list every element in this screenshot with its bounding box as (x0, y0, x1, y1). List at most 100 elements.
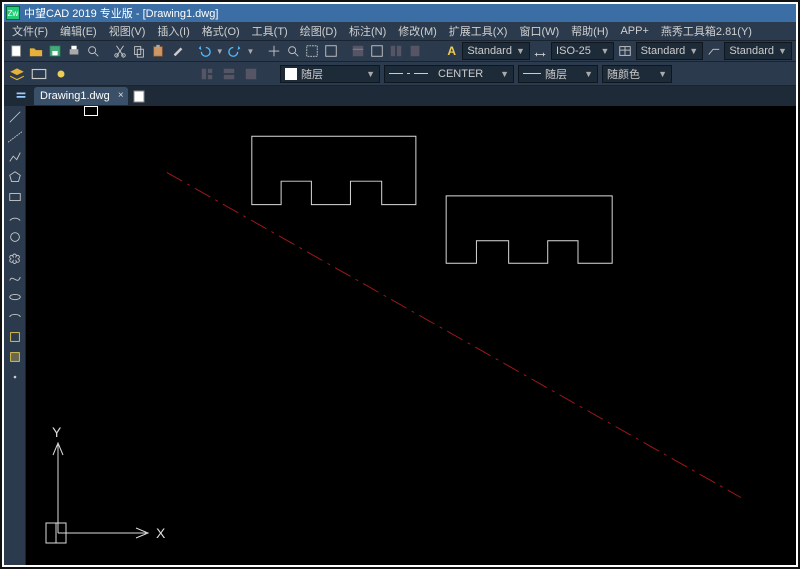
mview2-icon[interactable] (220, 65, 238, 83)
plotstyle-value: 随颜色 (607, 66, 640, 82)
menu-file[interactable]: 文件(F) (12, 23, 48, 39)
chevron-down-icon[interactable]: ▼ (215, 42, 225, 60)
tool-palette-icon[interactable] (388, 42, 405, 60)
preview-icon[interactable] (85, 42, 102, 60)
polygon-icon[interactable] (6, 168, 24, 186)
pan-icon[interactable] (265, 42, 282, 60)
lineweight-value: 随层 (545, 66, 567, 82)
circle-icon[interactable] (6, 228, 24, 246)
ucs-y-label: Y (52, 424, 62, 440)
zoom-icon[interactable] (284, 42, 301, 60)
paste-icon[interactable] (150, 42, 167, 60)
lineweight-combo[interactable]: 随层 ▼ (518, 65, 598, 83)
menu-appplus[interactable]: APP+ (620, 25, 648, 37)
menu-view[interactable]: 视图(V) (109, 23, 146, 39)
line-icon[interactable] (6, 108, 24, 126)
dim-style-combo[interactable]: ISO-25 ▼ (551, 42, 614, 60)
tab-list-icon[interactable] (12, 87, 30, 105)
chevron-down-icon: ▼ (658, 69, 667, 79)
zoom-window-icon[interactable] (303, 42, 320, 60)
save-icon[interactable] (46, 42, 63, 60)
copy-icon[interactable] (131, 42, 148, 60)
xline-icon[interactable] (6, 128, 24, 146)
menu-bar: 文件(F) 编辑(E) 视图(V) 插入(I) 格式(O) 工具(T) 绘图(D… (4, 22, 796, 40)
document-tab-strip: Drawing1.dwg × (4, 86, 796, 106)
mview3-icon[interactable] (242, 65, 260, 83)
new-icon[interactable] (8, 42, 25, 60)
text-style-value: Standard (467, 45, 512, 57)
menu-draw[interactable]: 绘图(D) (300, 23, 337, 39)
color-combo[interactable]: 随层 ▼ (280, 65, 380, 83)
menu-modify[interactable]: 修改(M) (398, 23, 437, 39)
menu-dim[interactable]: 标注(N) (349, 23, 386, 39)
dc-icon[interactable] (368, 42, 385, 60)
ellipse-icon[interactable] (6, 288, 24, 306)
ucs-icon: Y X (36, 415, 176, 555)
layer-prev-icon[interactable] (30, 65, 48, 83)
matchprop-icon[interactable] (169, 42, 186, 60)
window-title: 中望CAD 2019 专业版 - [Drawing1.dwg] (24, 5, 218, 21)
dimstyle-icon[interactable] (532, 42, 549, 60)
point-icon[interactable] (6, 368, 24, 386)
table-style-combo[interactable]: Standard▼ (636, 42, 704, 60)
app-icon: Zw (6, 6, 20, 20)
color-swatch (285, 68, 297, 80)
menu-edit[interactable]: 编辑(E) (60, 23, 97, 39)
chevron-down-icon: ▼ (601, 46, 610, 56)
zoom-prev-icon[interactable] (322, 42, 339, 60)
dim-style-value: ISO-25 (556, 45, 591, 57)
plotstyle-combo[interactable]: 随颜色 ▼ (602, 65, 672, 83)
linetype-value: CENTER (438, 68, 483, 80)
linetype-preview (389, 73, 428, 74)
chevron-down-icon: ▼ (689, 46, 698, 56)
rect-icon[interactable] (6, 188, 24, 206)
table-style-value: Standard (641, 45, 686, 57)
draw-toolbar (4, 106, 26, 565)
undo-icon[interactable] (196, 42, 213, 60)
pline-icon[interactable] (6, 148, 24, 166)
ucs-x-label: X (156, 525, 166, 541)
block-icon[interactable] (6, 348, 24, 366)
linetype-combo[interactable]: CENTER ▼ (384, 65, 514, 83)
text-style-combo[interactable]: Standard ▼ (462, 42, 530, 60)
cut-icon[interactable] (112, 42, 129, 60)
properties-icon[interactable] (349, 42, 366, 60)
spline-icon[interactable] (6, 268, 24, 286)
menu-yanxiu[interactable]: 燕秀工具箱2.81(Y) (661, 23, 752, 39)
mview-icon[interactable] (198, 65, 216, 83)
open-icon[interactable] (27, 42, 44, 60)
mleaderstyle-icon[interactable] (705, 42, 722, 60)
ellipse-arc-icon[interactable] (6, 308, 24, 326)
redo-icon[interactable] (227, 42, 244, 60)
arc-icon[interactable] (6, 208, 24, 226)
menu-window[interactable]: 窗口(W) (519, 23, 559, 39)
close-icon[interactable]: × (118, 90, 124, 101)
chevron-down-icon: ▼ (366, 69, 375, 79)
color-value: 随层 (301, 66, 323, 82)
menu-ext[interactable]: 扩展工具(X) (449, 23, 508, 39)
drawing-canvas[interactable]: Y X (26, 106, 796, 565)
textstyle-icon[interactable]: A (443, 42, 460, 60)
document-tab[interactable]: Drawing1.dwg × (34, 87, 128, 105)
thaw-icon[interactable] (52, 65, 70, 83)
mleader-style-combo[interactable]: Standard▼ (724, 42, 792, 60)
menu-format[interactable]: 格式(O) (202, 23, 240, 39)
menu-insert[interactable]: 插入(I) (157, 23, 189, 39)
new-tab-icon[interactable] (132, 88, 148, 104)
tablestyle-icon[interactable] (616, 42, 633, 60)
chevron-down-icon[interactable]: ▼ (246, 42, 256, 60)
title-bar: Zw 中望CAD 2019 专业版 - [Drawing1.dwg] (4, 4, 796, 22)
calc-icon[interactable] (407, 42, 424, 60)
chevron-down-icon: ▼ (778, 46, 787, 56)
print-icon[interactable] (65, 42, 82, 60)
revcloud-icon[interactable] (6, 248, 24, 266)
lineweight-preview (523, 73, 541, 74)
chevron-down-icon: ▼ (516, 46, 525, 56)
layer-manager-icon[interactable] (8, 65, 26, 83)
workspace: Y X (4, 106, 796, 565)
menu-help[interactable]: 帮助(H) (571, 23, 608, 39)
menu-tools[interactable]: 工具(T) (252, 23, 288, 39)
viewport-marker (84, 106, 98, 116)
insert-icon[interactable] (6, 328, 24, 346)
chevron-down-icon: ▼ (584, 69, 593, 79)
